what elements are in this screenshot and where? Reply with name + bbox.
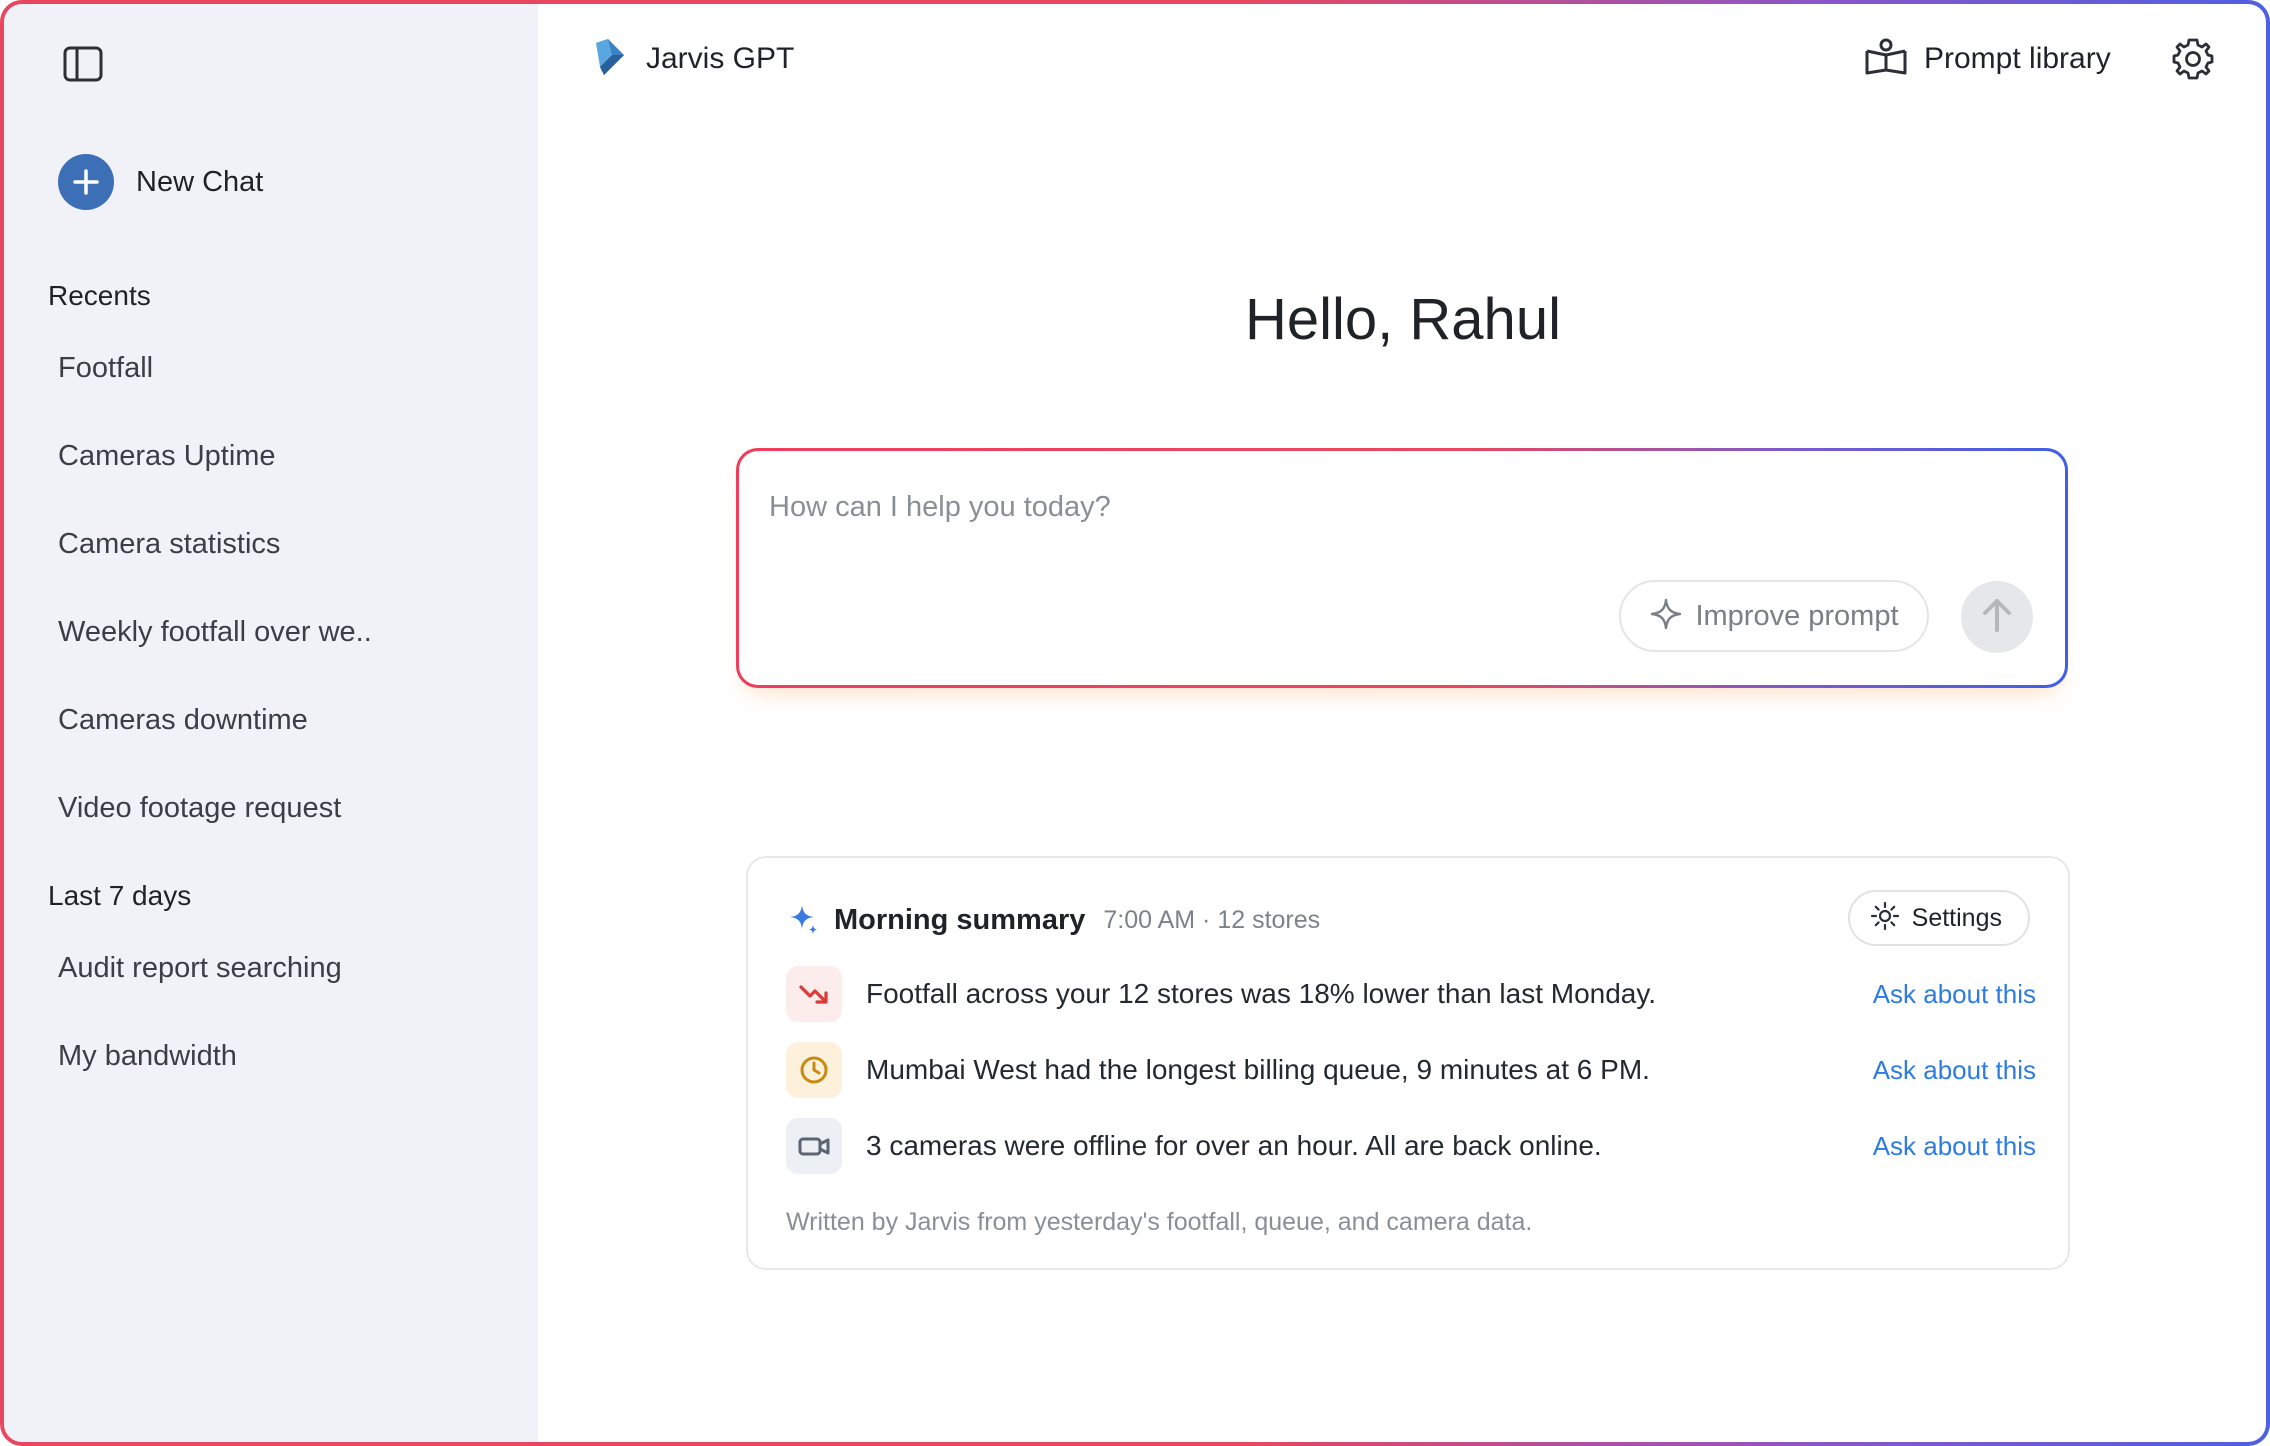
- new-chat-label: New Chat: [136, 165, 264, 198]
- jarvis-logo-icon: [592, 37, 628, 82]
- app-window: New Chat Recents Footfall Cameras Uptime…: [4, 4, 2266, 1442]
- last7-heading: Last 7 days: [48, 880, 192, 911]
- sidebar-toggle-icon[interactable]: [61, 42, 105, 86]
- trend-down-icon: [786, 966, 842, 1022]
- clock-icon: [786, 1042, 842, 1098]
- summary-item: Mumbai West had the longest billing queu…: [786, 1042, 2036, 1098]
- ask-about-this-link[interactable]: Ask about this: [1873, 979, 2036, 1010]
- summary-item-text: Footfall across your 12 stores was 18% l…: [866, 978, 1657, 1009]
- greeting-heading: Hello, Rahul: [1245, 287, 1561, 352]
- summary-settings-label: Settings: [1911, 903, 2002, 932]
- summary-item: 3 cameras were offline for over an hour.…: [786, 1118, 2036, 1174]
- ask-about-this-link[interactable]: Ask about this: [1873, 1131, 2036, 1162]
- prompt-input[interactable]: [769, 487, 1769, 527]
- app-frame: New Chat Recents Footfall Cameras Uptime…: [0, 0, 2270, 1446]
- summary-footnote: Written by Jarvis from yesterday's footf…: [786, 1208, 1533, 1236]
- arrow-up-icon: [1981, 597, 2013, 638]
- ask-about-this-link[interactable]: Ask about this: [1873, 1055, 2036, 1086]
- summary-meta: 7:00 AM · 12 stores: [1103, 905, 1321, 934]
- improve-prompt-label: Improve prompt: [1695, 599, 1899, 632]
- prompt-library-button[interactable]: Prompt library: [1864, 34, 2111, 84]
- open-book-icon: [1864, 37, 1908, 82]
- summary-title: Morning summary: [834, 903, 1086, 936]
- summary-settings-button[interactable]: Settings: [1847, 890, 2030, 946]
- last7-item-bandwidth[interactable]: My bandwidth: [58, 1040, 237, 1073]
- prompt-box: Improve prompt: [736, 448, 2068, 688]
- sidebar: New Chat Recents Footfall Cameras Uptime…: [4, 4, 538, 1442]
- app-title: Jarvis GPT: [646, 42, 795, 75]
- brand: Jarvis GPT: [592, 34, 794, 84]
- summary-header: Morning summary 7:00 AM · 12 stores: [788, 896, 1320, 944]
- recent-item-cameras-downtime[interactable]: Cameras downtime: [58, 704, 308, 737]
- prompt-library-label: Prompt library: [1924, 42, 2111, 75]
- plus-icon: [58, 154, 114, 210]
- prompt-box-inner: Improve prompt: [739, 451, 2065, 685]
- sun-settings-icon: [1870, 901, 1900, 936]
- summary-item-text: 3 cameras were offline for over an hour.…: [866, 1130, 1602, 1161]
- sparkles-icon: [788, 901, 820, 940]
- summary-item-text: Mumbai West had the longest billing queu…: [866, 1054, 1650, 1085]
- recent-item-weekly-footfall[interactable]: Weekly footfall over we..: [58, 616, 372, 649]
- settings-gear-icon[interactable]: [2168, 34, 2218, 84]
- video-camera-icon: [786, 1118, 842, 1174]
- summary-item: Footfall across your 12 stores was 18% l…: [786, 966, 2036, 1022]
- recents-heading: Recents: [48, 280, 151, 311]
- recent-item-camera-statistics[interactable]: Camera statistics: [58, 528, 280, 561]
- sparkle-icon: [1649, 597, 1683, 636]
- recent-item-cameras-uptime[interactable]: Cameras Uptime: [58, 440, 276, 473]
- last7-item-audit-report[interactable]: Audit report searching: [58, 952, 342, 985]
- morning-summary-card: Morning summary 7:00 AM · 12 stores Sett…: [746, 856, 2070, 1270]
- new-chat-button[interactable]: New Chat: [58, 152, 263, 212]
- recent-item-footfall[interactable]: Footfall: [58, 352, 153, 385]
- send-button[interactable]: [1961, 581, 2033, 653]
- recent-item-video-footage[interactable]: Video footage request: [58, 792, 341, 825]
- improve-prompt-button[interactable]: Improve prompt: [1619, 580, 1929, 652]
